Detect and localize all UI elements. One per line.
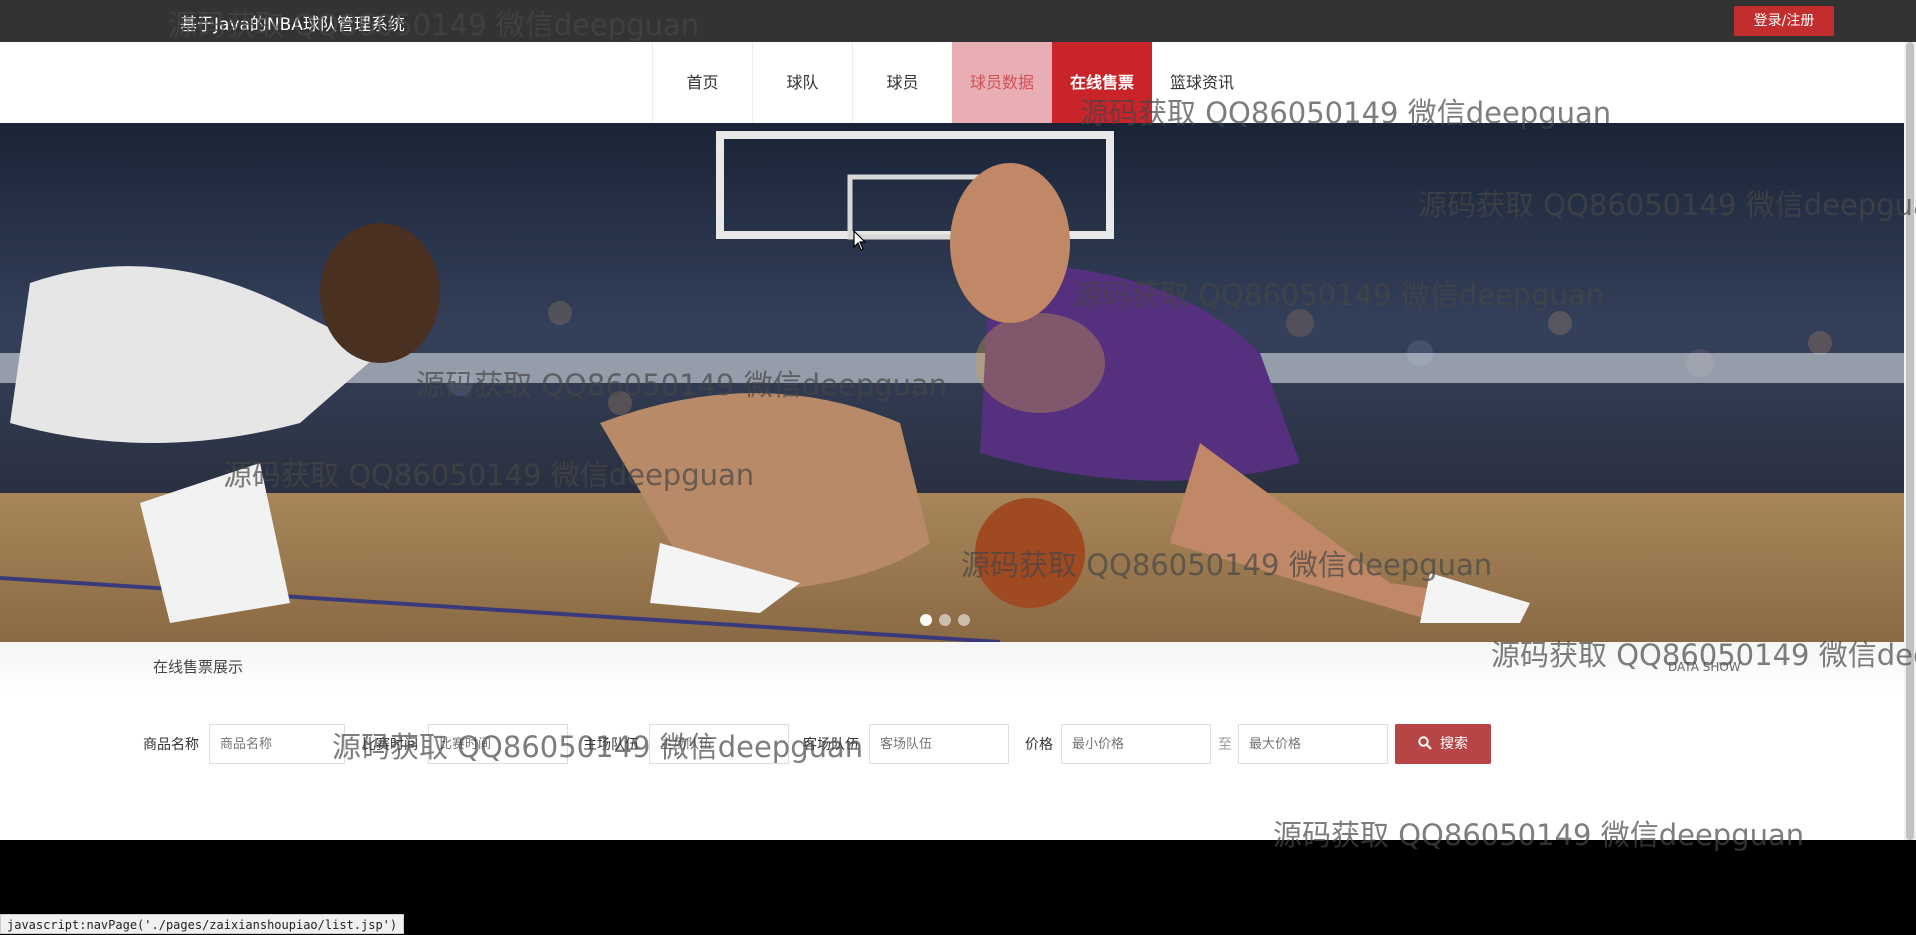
scrollbar-thumb[interactable]	[1906, 42, 1914, 840]
home-team-label: 主场队伍	[583, 737, 639, 753]
product-name-label: 商品名称	[143, 737, 199, 753]
max-price-input[interactable]	[1238, 724, 1388, 764]
search-button[interactable]: 搜索	[1395, 724, 1491, 764]
away-team-input[interactable]	[869, 724, 1009, 764]
hero-carousel[interactable]	[0, 123, 1904, 642]
basketball-photo	[0, 123, 1904, 642]
nav-item-player-stats[interactable]: 球员数据	[952, 42, 1052, 123]
carousel-dot[interactable]	[939, 614, 951, 626]
top-header-bar: 基于Java的NBA球队管理系统 登录/注册	[0, 0, 1916, 42]
product-name-input[interactable]	[209, 724, 345, 764]
nav-item-players[interactable]: 球员	[852, 42, 952, 123]
nav-item-home[interactable]: 首页	[652, 42, 752, 123]
search-button-label: 搜索	[1440, 736, 1468, 752]
vertical-scrollbar[interactable]	[1904, 42, 1916, 840]
nav-item-teams[interactable]: 球队	[752, 42, 852, 123]
home-team-input[interactable]	[649, 724, 789, 764]
search-form: 商品名称 比赛时间 主场队伍 客场队伍 价格 至 搜索	[0, 692, 1904, 840]
min-price-input[interactable]	[1061, 724, 1211, 764]
price-label: 价格	[1025, 737, 1053, 753]
match-time-label: 比赛时间	[362, 737, 418, 753]
away-team-label: 客场队伍	[803, 737, 859, 753]
section-subtitle: DATA SHOW	[1668, 660, 1741, 674]
carousel-indicators	[920, 611, 977, 630]
search-icon	[1418, 736, 1432, 750]
carousel-dot[interactable]	[920, 614, 932, 626]
mouse-cursor-icon	[853, 229, 867, 256]
price-range-separator: 至	[1218, 737, 1232, 753]
section-header: 在线售票展示 DATA SHOW	[0, 642, 1904, 692]
site-title: 基于Java的NBA球队管理系统	[180, 15, 405, 35]
match-time-input[interactable]	[428, 724, 568, 764]
carousel-dot[interactable]	[958, 614, 970, 626]
main-nav: 首页 球队 球员 球员数据 在线售票 篮球资讯	[0, 42, 1916, 123]
login-register-button[interactable]: 登录/注册	[1734, 6, 1834, 36]
nav-item-online-tickets[interactable]: 在线售票	[1052, 42, 1152, 123]
browser-status-bar: javascript:navPage('./pages/zaixianshoup…	[0, 914, 405, 934]
nav-item-basketball-news[interactable]: 篮球资讯	[1152, 42, 1252, 123]
section-title: 在线售票展示	[153, 658, 244, 676]
